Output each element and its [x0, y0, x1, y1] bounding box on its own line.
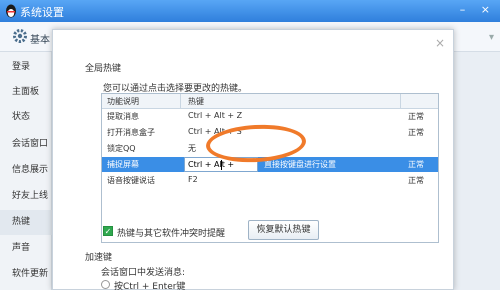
sidebar-item-chat-window[interactable]: 会话窗口 — [0, 132, 52, 157]
row-function: 锁定QQ — [107, 144, 136, 153]
column-divider[interactable] — [180, 94, 181, 109]
table-row[interactable]: 语音按键说话 F2 正常 — [102, 173, 438, 188]
send-message-label: 会话窗口中发送消息: — [101, 268, 186, 278]
column-header-hotkey: 热键 — [188, 97, 204, 106]
row-function: 提取消息 — [107, 112, 139, 121]
row-hotkey: Ctrl + Alt + Z — [188, 111, 243, 120]
sidebar-item-label: 声音 — [12, 243, 31, 253]
sidebar-item-status[interactable]: 状态 — [0, 105, 52, 130]
close-icon[interactable]: × — [435, 36, 445, 50]
section-title-accelerator: 加速键 — [85, 253, 113, 263]
row-function: 打开消息盒子 — [107, 128, 155, 137]
ctrl-enter-radio[interactable] — [101, 280, 110, 289]
row-function: 语音按键说话 — [107, 176, 155, 185]
row-status: 正常 — [408, 160, 424, 169]
conflict-reminder-checkbox[interactable]: ✓ — [103, 226, 113, 236]
sidebar-item-label: 软件更新 — [12, 269, 49, 279]
sidebar-item-sound[interactable]: 声音 — [0, 236, 52, 261]
sidebar-item-label: 好友上线 — [12, 191, 49, 201]
title-bar: 系统设置 – × — [0, 0, 500, 22]
sidebar-item-label: 热键 — [12, 217, 31, 227]
table-row[interactable]: 提取消息 Ctrl + Alt + Z 正常 — [102, 109, 438, 124]
row-function: 捕捉屏幕 — [107, 160, 139, 169]
column-header-function: 功能说明 — [107, 97, 139, 106]
column-divider[interactable] — [400, 94, 401, 109]
sidebar: 登录 主面板 状态 会话窗口 信息展示 好友上线 热键 声音 软件更新 — [0, 52, 52, 290]
hotkey-settings-dialog: × 全局热键 您可以通过点击选择要更改的热键。 功能说明 热键 提取消息 Ctr… — [52, 29, 454, 290]
chevron-down-icon[interactable]: ▾ — [489, 32, 494, 43]
gear-icon — [13, 29, 27, 43]
row-hotkey: 无 — [188, 144, 196, 153]
hotkey-input-value: Ctrl + Alt + — [188, 160, 235, 169]
ctrl-enter-label: 按Ctrl + Enter键 — [114, 282, 186, 290]
sidebar-item-hotkeys[interactable]: 热键 — [0, 210, 52, 235]
keyboard-set-hint: 直接按键盘进行设置 — [264, 160, 336, 169]
sidebar-item-label: 登录 — [12, 62, 31, 72]
table-header: 功能说明 热键 — [102, 94, 438, 109]
section-title-global-hotkeys: 全局热键 — [85, 64, 122, 74]
row-hotkey: F2 — [188, 175, 198, 184]
window-controls[interactable]: – × — [460, 3, 496, 16]
sidebar-item-friend-online[interactable]: 好友上线 — [0, 184, 52, 209]
sidebar-item-label: 状态 — [12, 112, 31, 122]
row-status: 正常 — [408, 176, 424, 185]
sidebar-item-main-panel[interactable]: 主面板 — [0, 80, 52, 105]
row-status: 正常 — [408, 128, 424, 137]
row-status: 正常 — [408, 112, 424, 121]
qq-penguin-icon — [6, 4, 16, 18]
conflict-reminder-label: 热键与其它软件冲突时提醒 — [117, 229, 226, 239]
sidebar-item-info-display[interactable]: 信息展示 — [0, 158, 52, 183]
sidebar-item-login[interactable]: 登录 — [0, 55, 52, 80]
header-tab-basic[interactable]: 基本 — [30, 31, 50, 46]
sidebar-item-label: 会话窗口 — [12, 139, 49, 149]
text-caret — [221, 160, 222, 170]
sidebar-item-label: 信息展示 — [12, 165, 49, 175]
window-title: 系统设置 — [20, 6, 64, 19]
sidebar-item-label: 主面板 — [12, 87, 40, 97]
sidebar-item-software-update[interactable]: 软件更新 — [0, 262, 52, 287]
restore-default-hotkeys-button[interactable]: 恢复默认热键 — [248, 220, 319, 240]
